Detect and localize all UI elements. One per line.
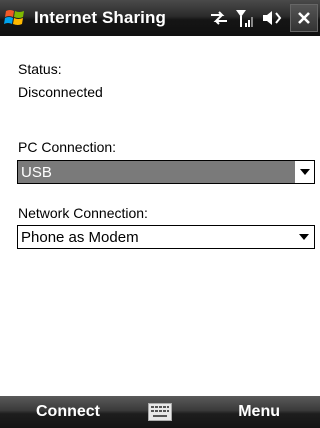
status-label: Status: (18, 61, 62, 77)
speaker-icon[interactable] (258, 0, 286, 36)
close-button[interactable] (290, 4, 318, 32)
close-icon (298, 12, 310, 24)
start-button[interactable] (0, 0, 32, 36)
status-icons (206, 0, 320, 36)
window-title: Internet Sharing (34, 8, 166, 27)
windows-flag-icon (4, 10, 24, 25)
softkey-bar: Connect Menu (0, 396, 320, 428)
title-bar: Internet Sharing (0, 0, 320, 36)
network-connection-dropdown[interactable]: Phone as Modem (17, 225, 315, 249)
pc-connection-value: USB (21, 163, 52, 181)
content-area: Status: Disconnected PC Connection: USB … (0, 36, 320, 396)
connect-softkey[interactable]: Connect (36, 396, 100, 428)
status-value: Disconnected (18, 84, 103, 100)
signal-strength-icon[interactable] (232, 0, 258, 36)
chevron-down-icon[interactable] (294, 226, 314, 248)
network-connection-value: Phone as Modem (21, 228, 139, 246)
chevron-down-icon[interactable] (294, 161, 314, 183)
network-connection-label: Network Connection: (18, 205, 148, 221)
keyboard-icon[interactable] (148, 403, 172, 421)
connectivity-arrows-icon[interactable] (206, 0, 232, 36)
pc-connection-label: PC Connection: (18, 139, 117, 155)
menu-softkey[interactable]: Menu (238, 396, 280, 428)
pc-connection-dropdown[interactable]: USB (17, 160, 315, 184)
